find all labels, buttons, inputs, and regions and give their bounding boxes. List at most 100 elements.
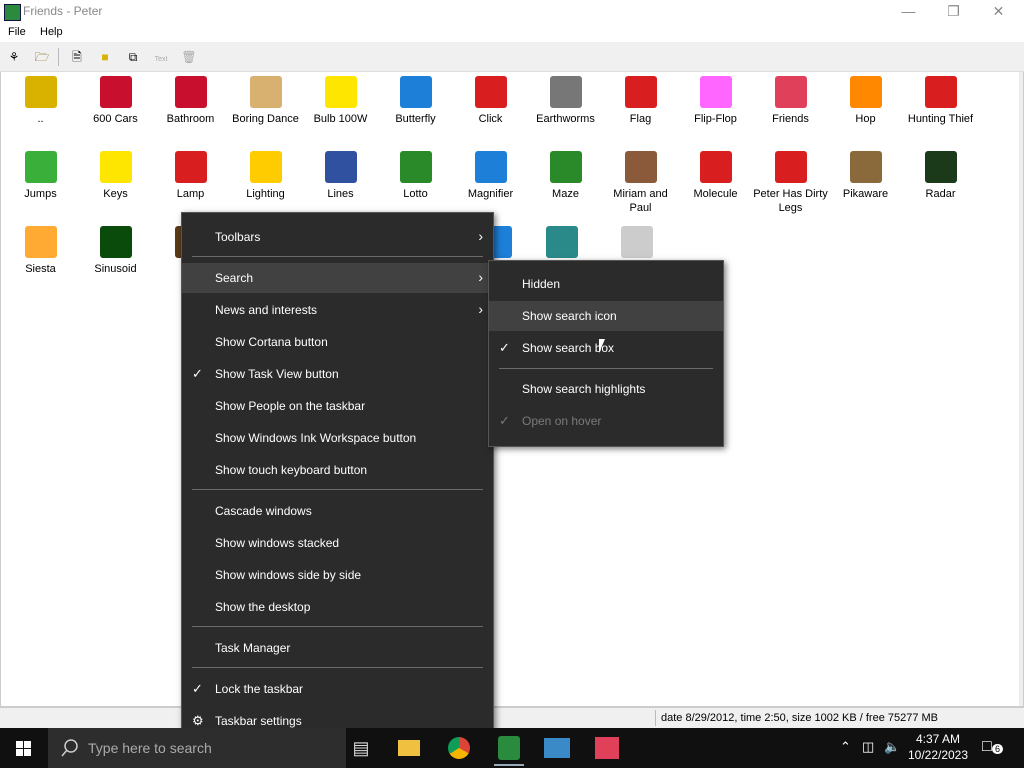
minimize-icon: — bbox=[901, 3, 916, 19]
clock[interactable]: 4:37 AM 10/22/2023 bbox=[905, 731, 971, 763]
file-item[interactable]: Radar bbox=[903, 151, 978, 201]
start-button[interactable] bbox=[0, 728, 48, 768]
file-item[interactable]: Boring Dance bbox=[228, 76, 303, 126]
file-item[interactable]: .. bbox=[3, 76, 78, 126]
file-item[interactable]: 600 Cars bbox=[78, 76, 153, 126]
file-item[interactable]: Keys bbox=[78, 151, 153, 201]
tree-view-button[interactable]: ⚘ bbox=[4, 47, 24, 67]
file-item[interactable]: Flip-Flop bbox=[678, 76, 753, 126]
context-menu-item[interactable]: Show Cortana button bbox=[182, 327, 493, 357]
file-item[interactable]: Miriam and Paul bbox=[603, 151, 678, 215]
search-submenu-item[interactable]: Show search icon bbox=[489, 301, 723, 331]
file-item[interactable]: Magnifier bbox=[453, 151, 528, 201]
file-item[interactable]: Hop bbox=[828, 76, 903, 126]
file-thumbnail-icon bbox=[99, 226, 132, 258]
file-thumbnail-icon bbox=[324, 151, 357, 183]
system-tray: ⌃ ◫ 🔈 bbox=[838, 728, 902, 768]
new-file-icon: 🗎 bbox=[72, 50, 82, 64]
chevron-up-icon[interactable]: ⌃ bbox=[840, 739, 851, 755]
notification-center-button[interactable]: □ 6 bbox=[982, 738, 1006, 758]
context-menu-item-label: Task Manager bbox=[215, 641, 291, 655]
file-item[interactable]: Sinusoid bbox=[78, 226, 153, 276]
context-menu-item[interactable]: Toolbars › bbox=[182, 222, 493, 252]
text-tool-button[interactable]: Text bbox=[151, 47, 171, 67]
file-thumbnail-icon bbox=[324, 76, 357, 108]
taskbar-app-pink[interactable] bbox=[592, 732, 622, 764]
chevron-right-icon: › bbox=[478, 269, 483, 285]
file-item[interactable]: Peter Has Dirty Legs bbox=[753, 151, 828, 215]
file-item[interactable]: Hunting Thief bbox=[903, 76, 978, 126]
file-thumbnail-icon[interactable] bbox=[621, 226, 653, 258]
file-item-label: Miriam and Paul bbox=[613, 188, 668, 214]
menu-file[interactable]: File bbox=[8, 26, 26, 38]
open-folder-button[interactable]: 🗁 bbox=[32, 47, 52, 67]
task-view-icon: ▤ bbox=[352, 738, 370, 758]
file-item-label: Flag bbox=[629, 113, 652, 125]
taskbar-file-explorer[interactable] bbox=[394, 732, 424, 764]
search-submenu-item[interactable]: ✓ Show search box bbox=[489, 333, 723, 363]
new-file-button[interactable]: 🗎 bbox=[67, 47, 87, 67]
search-submenu-item[interactable]: Show search highlights bbox=[489, 374, 723, 404]
file-item[interactable]: Lotto bbox=[378, 151, 453, 201]
file-item[interactable]: Friends bbox=[753, 76, 828, 126]
open-folder-icon: 🗁 bbox=[34, 50, 50, 64]
file-item[interactable]: Maze bbox=[528, 151, 603, 201]
status-text: date 8/29/2012, time 2:50, size 1002 KB … bbox=[661, 712, 939, 724]
new-folder-button[interactable]: ■ bbox=[95, 47, 115, 67]
file-item[interactable]: Siesta bbox=[3, 226, 78, 276]
search-submenu-item[interactable]: Hidden bbox=[489, 269, 723, 299]
toolbar: ⚘ 🗁 🗎 ■ ⧉ Text 🗑 bbox=[0, 42, 1024, 72]
file-item[interactable]: Flag bbox=[603, 76, 678, 126]
taskbar-app-shark[interactable] bbox=[542, 732, 572, 764]
context-menu-item[interactable]: Cascade windows bbox=[182, 496, 493, 526]
file-item[interactable]: Jumps bbox=[3, 151, 78, 201]
file-item-label: Hop bbox=[855, 113, 876, 125]
context-menu-item-label: Show the desktop bbox=[215, 600, 311, 614]
window-title: Friends - Peter bbox=[23, 4, 103, 18]
network-icon[interactable]: ◫ bbox=[862, 739, 874, 755]
file-thumbnail-icon[interactable] bbox=[546, 226, 578, 258]
context-menu-item[interactable]: Search › bbox=[182, 263, 493, 293]
file-item[interactable]: Pikaware bbox=[828, 151, 903, 201]
file-item[interactable]: Lighting bbox=[228, 151, 303, 201]
file-thumbnail-icon bbox=[624, 151, 657, 183]
context-menu-item[interactable]: Show the desktop bbox=[182, 592, 493, 622]
file-item[interactable]: Click bbox=[453, 76, 528, 126]
context-menu-item[interactable]: News and interests › bbox=[182, 295, 493, 325]
scrollbar[interactable] bbox=[1019, 72, 1023, 706]
file-item[interactable]: Lamp bbox=[153, 151, 228, 201]
menu-divider bbox=[192, 626, 483, 627]
taskbar-search-box[interactable]: Type here to search bbox=[48, 728, 346, 768]
context-menu-item[interactable]: Show windows stacked bbox=[182, 528, 493, 558]
context-menu-item-label: Show Cortana button bbox=[215, 335, 328, 349]
maximize-button[interactable]: ❐ bbox=[931, 0, 976, 23]
context-menu-item[interactable]: Task Manager bbox=[182, 633, 493, 663]
file-item[interactable]: Lines bbox=[303, 151, 378, 201]
clock-date: 10/22/2023 bbox=[907, 748, 969, 762]
minimize-button[interactable]: — bbox=[886, 0, 931, 23]
context-menu-item[interactable]: ✓ Show Task View button bbox=[182, 359, 493, 389]
file-item[interactable]: Butterfly bbox=[378, 76, 453, 126]
checkmark-icon: ✓ bbox=[499, 340, 510, 355]
file-item[interactable]: Earthworms bbox=[528, 76, 603, 126]
context-menu-item-label: Search bbox=[215, 271, 254, 285]
context-menu-item[interactable]: Show windows side by side bbox=[182, 560, 493, 590]
delete-button[interactable]: 🗑 bbox=[179, 47, 199, 67]
context-menu-item[interactable]: Show touch keyboard button bbox=[182, 455, 493, 485]
menu-help[interactable]: Help bbox=[40, 26, 63, 38]
file-item[interactable]: Bulb 100W bbox=[303, 76, 378, 126]
file-thumbnail-icon bbox=[849, 151, 882, 183]
copy-icon: ⧉ bbox=[128, 50, 138, 64]
task-view-button[interactable]: ▤ bbox=[346, 732, 376, 764]
context-menu-item[interactable]: ✓ Lock the taskbar bbox=[182, 674, 493, 704]
taskbar-friends-app[interactable] bbox=[494, 732, 524, 766]
file-thumbnail-icon bbox=[924, 76, 957, 108]
copy-button[interactable]: ⧉ bbox=[123, 47, 143, 67]
close-button[interactable]: ✕ bbox=[976, 0, 1021, 23]
volume-icon[interactable]: 🔈 bbox=[884, 739, 900, 755]
context-menu-item[interactable]: Show People on the taskbar bbox=[182, 391, 493, 421]
file-item[interactable]: Bathroom bbox=[153, 76, 228, 126]
taskbar-chrome[interactable] bbox=[444, 732, 474, 764]
context-menu-item[interactable]: Show Windows Ink Workspace button bbox=[182, 423, 493, 453]
file-item[interactable]: Molecule bbox=[678, 151, 753, 201]
